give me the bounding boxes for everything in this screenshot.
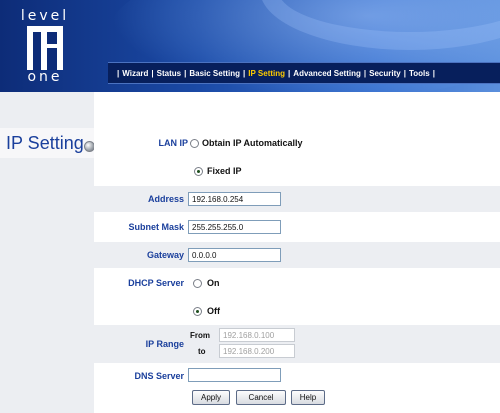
cancel-button[interactable]: Cancel bbox=[236, 390, 286, 405]
logo-word-bottom: one bbox=[27, 69, 63, 85]
dhcp-server-label: DHCP Server bbox=[128, 278, 184, 288]
dhcp-off-radio[interactable] bbox=[193, 307, 202, 316]
dhcp-off-label: Off bbox=[207, 306, 220, 316]
apply-button[interactable]: Apply bbox=[192, 390, 230, 405]
address-label: Address bbox=[147, 194, 184, 204]
gateway-field[interactable]: 0.0.0.0 bbox=[188, 248, 281, 262]
nav-separator: | bbox=[151, 68, 154, 78]
lan-ip-auto-radio[interactable] bbox=[190, 139, 199, 148]
nav-separator: | bbox=[432, 68, 435, 78]
row-address: Address 192.168.0.254 bbox=[94, 186, 500, 212]
nav-separator: | bbox=[184, 68, 187, 78]
ip-range-from-label: From bbox=[190, 331, 210, 340]
lan-ip-fixed-radio[interactable] bbox=[194, 167, 203, 176]
subnet-mask-field[interactable]: 255.255.255.0 bbox=[188, 220, 281, 234]
logo-mark-icon bbox=[27, 26, 63, 70]
ip-range-to-label: to bbox=[198, 347, 206, 356]
subnet-mask-label: Subnet Mask bbox=[128, 222, 184, 232]
nav-status[interactable]: Status bbox=[157, 69, 181, 78]
dns-server-field[interactable] bbox=[188, 368, 281, 382]
nav-separator: | bbox=[363, 68, 367, 78]
row-subnet-mask: Subnet Mask 255.255.255.0 bbox=[94, 214, 500, 240]
nav-tools[interactable]: Tools bbox=[409, 69, 430, 78]
lan-ip-fixed-label: Fixed IP bbox=[207, 166, 242, 176]
main-nav: | Wizard | Status | Basic Setting | IP S… bbox=[108, 62, 500, 84]
help-button[interactable]: Help bbox=[291, 390, 325, 405]
nav-separator: | bbox=[117, 68, 120, 78]
dns-server-label: DNS Server bbox=[134, 371, 184, 381]
row-gateway: Gateway 0.0.0.0 bbox=[94, 242, 500, 268]
ip-range-to-field[interactable]: 192.168.0.200 bbox=[219, 344, 295, 358]
nav-basic-setting[interactable]: Basic Setting bbox=[189, 69, 240, 78]
levelone-logo: level one bbox=[14, 8, 76, 86]
dhcp-on-radio[interactable] bbox=[193, 279, 202, 288]
nav-ip-setting[interactable]: IP Setting bbox=[248, 69, 285, 78]
row-ip-range: IP Range From 192.168.0.100 to 192.168.0… bbox=[94, 325, 500, 363]
ip-range-label: IP Range bbox=[145, 339, 184, 349]
logo-word-top: level bbox=[20, 8, 70, 24]
row-fixed-ip: Fixed IP bbox=[94, 158, 500, 184]
lan-ip-label: LAN IP bbox=[158, 138, 188, 148]
header-banner: level one | Wizard | Status | Basic Sett… bbox=[0, 0, 500, 92]
nav-wizard[interactable]: Wizard bbox=[122, 69, 148, 78]
nav-separator: | bbox=[243, 68, 246, 78]
nav-separator: | bbox=[403, 68, 406, 78]
gateway-label: Gateway bbox=[146, 250, 184, 260]
row-dhcp-server: DHCP Server On bbox=[94, 270, 500, 296]
dhcp-on-label: On bbox=[207, 278, 220, 288]
row-lan-ip: LAN IP Obtain IP Automatically bbox=[94, 130, 500, 156]
lan-ip-auto-label: Obtain IP Automatically bbox=[202, 138, 303, 148]
row-dns-server: DNS Server bbox=[94, 364, 500, 388]
page-title: IP Setting bbox=[6, 133, 84, 153]
ip-range-from-field[interactable]: 192.168.0.100 bbox=[219, 328, 295, 342]
nav-advanced-setting[interactable]: Advanced Setting bbox=[293, 69, 361, 78]
row-dhcp-off: Off bbox=[94, 298, 500, 324]
address-field[interactable]: 192.168.0.254 bbox=[188, 192, 281, 206]
nav-separator: | bbox=[288, 68, 291, 78]
nav-security[interactable]: Security bbox=[369, 69, 401, 78]
